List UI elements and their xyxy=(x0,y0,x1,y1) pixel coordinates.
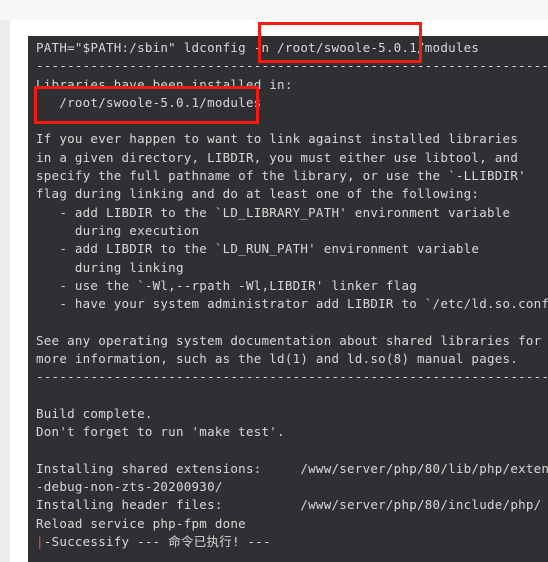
terminal-line: during execution xyxy=(36,222,200,238)
terminal-line: flag during linking and do at least one … xyxy=(36,186,480,202)
terminal-line: - use the `-Wl,--rpath -Wl,LIBDIR' linke… xyxy=(36,277,418,293)
terminal-line: during linking xyxy=(36,259,184,275)
terminal-line: -debug-non-zts-20200930/ xyxy=(36,479,223,495)
terminal-line: - add LIBDIR to the `LD_LIBRARY_PATH' en… xyxy=(36,204,511,220)
terminal-line: more information, such as the ld(1) and … xyxy=(36,351,519,367)
terminal-line: specify the full pathname of the library… xyxy=(36,168,526,184)
terminal-line: - add LIBDIR to the `LD_RUN_PATH' enviro… xyxy=(36,241,480,257)
terminal-line: Don't forget to run 'make test'. xyxy=(36,424,285,440)
terminal-line: /root/swoole-5.0.1/modules xyxy=(36,94,262,110)
terminal-line: ----------------------------------------… xyxy=(36,58,548,74)
terminal-line: PATH="$PATH:/sbin" ldconfig -n /root/swo… xyxy=(36,40,480,55)
terminal-line: Libraries have been installed in: xyxy=(36,76,293,92)
window-left-gutter xyxy=(10,20,28,562)
terminal-line: See any operating system documentation a… xyxy=(36,332,542,348)
terminal-line-list: PATH="$PATH:/sbin" ldconfig -n /root/swo… xyxy=(36,39,548,551)
terminal-line: - have your system administrator add LIB… xyxy=(36,296,548,312)
terminal-line: ----------------------------------------… xyxy=(36,369,548,385)
terminal-line: Reload service php-fpm done xyxy=(36,515,246,531)
terminal-final-line-text: -Successify --- 命令已执行! --- xyxy=(43,534,271,550)
window-top-strip xyxy=(0,0,548,20)
terminal-line: Installing header files: /www/server/php… xyxy=(36,497,542,513)
terminal-line: Installing shared extensions: /www/serve… xyxy=(36,460,548,476)
terminal-line: in a given directory, LIBDIR, you must e… xyxy=(36,149,519,165)
terminal-final-line: |-Successify --- 命令已执行! --- xyxy=(36,533,548,551)
window-left-rail xyxy=(0,20,10,562)
terminal-line: Build complete. xyxy=(36,405,153,421)
cursor-glyph: | xyxy=(36,534,44,550)
terminal-line: If you ever happen to want to link again… xyxy=(36,131,519,147)
terminal-output-pane[interactable]: PATH="$PATH:/sbin" ldconfig -n /root/swo… xyxy=(28,36,548,562)
